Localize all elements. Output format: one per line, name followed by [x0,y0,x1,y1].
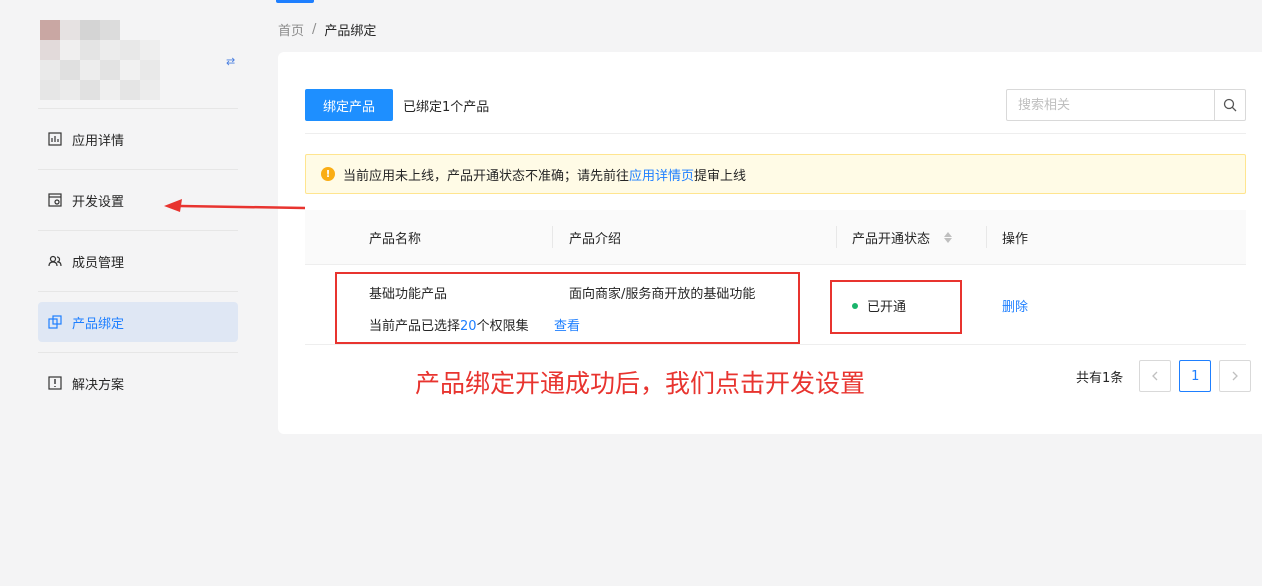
column-header-status[interactable]: 产品开通状态 [852,210,953,265]
warning-icon: ! [321,167,335,181]
pagination: 共有1条 1 [1076,360,1252,392]
sidebar-item-label: 成员管理 [72,255,125,271]
alert-text: 当前应用未上线，产品开通状态不准确；请先前往应用详情页提审上线 [343,165,746,184]
column-header-product-name: 产品名称 [369,232,422,247]
breadcrumb-current: 产品绑定 [324,23,377,39]
link-icon [48,315,62,329]
chart-icon [48,132,62,146]
alert-text-after: 提审上线 [694,168,747,184]
pagination-total: 共有1条 [1076,370,1124,386]
solution-icon [48,376,62,390]
bound-suffix: 个产品 [450,100,490,115]
search-button[interactable] [1214,90,1245,120]
bound-count-text: 已绑定1个产品 [403,96,489,115]
sidebar-divider [38,352,238,353]
settings-icon [48,193,62,207]
chevron-right-icon [1232,371,1239,381]
sidebar-item-label: 产品绑定 [72,316,125,332]
sidebar-item-solutions[interactable]: 解决方案 [38,363,238,403]
top-tab-indicator [276,0,314,3]
alert-text-before: 当前应用未上线，产品开通状态不准确；请先前往 [343,168,630,184]
search-icon [1223,98,1237,112]
annotation-box-status [830,280,962,334]
app-details-link[interactable]: 应用详情页 [629,169,694,184]
table-header: 产品名称 产品介绍 产品开通状态 操作 [305,210,1246,265]
chevron-left-icon [1152,371,1158,381]
sidebar-divider [38,291,238,292]
sort-icon[interactable] [944,232,953,243]
sidebar-item-label: 应用详情 [72,133,125,149]
sidebar-item-product-binding[interactable]: 产品绑定 [38,302,238,342]
bound-prefix: 已绑定 [403,100,443,115]
annotation-box-product [335,272,800,344]
annotation-arrow-icon [164,199,306,212]
warning-alert: ! 当前应用未上线，产品开通状态不准确；请先前往应用详情页提审上线 [305,154,1246,194]
switch-app-icon[interactable]: ⇄ [226,55,235,69]
breadcrumb-separator: / [312,21,317,37]
search-input[interactable] [1007,90,1214,120]
sidebar-item-label: 解决方案 [72,377,125,393]
sidebar-divider [38,169,238,170]
sidebar: ⇄ 应用详情 开发设置 成员管理 产品绑定 解决方案 [0,0,260,586]
members-icon [48,255,62,267]
app-avatar-blurred [40,20,162,100]
sidebar-item-label: 开发设置 [72,194,125,210]
sidebar-divider [38,108,238,109]
sidebar-item-app-details[interactable]: 应用详情 [38,119,238,159]
sidebar-divider [38,230,238,231]
page-1-button[interactable]: 1 [1179,360,1212,392]
next-page-button[interactable] [1219,360,1252,392]
breadcrumb: 首页 / 产品绑定 [278,20,377,39]
bind-product-button[interactable]: 绑定产品 [305,89,393,121]
column-divider [552,226,553,248]
annotation-text: 产品绑定开通成功后，我们点击开发设置 [415,369,866,398]
prev-page-button[interactable] [1139,360,1172,392]
column-header-status-label: 产品开通状态 [852,232,931,247]
toolbar-divider [305,133,1246,134]
column-header-product-intro: 产品介绍 [569,232,622,247]
sidebar-item-members[interactable]: 成员管理 [38,241,238,281]
column-header-action: 操作 [1002,232,1029,247]
delete-link[interactable]: 删除 [1002,296,1028,315]
column-divider [836,226,837,248]
search-box [1006,89,1246,121]
breadcrumb-home[interactable]: 首页 [278,20,304,39]
column-divider [986,226,987,248]
